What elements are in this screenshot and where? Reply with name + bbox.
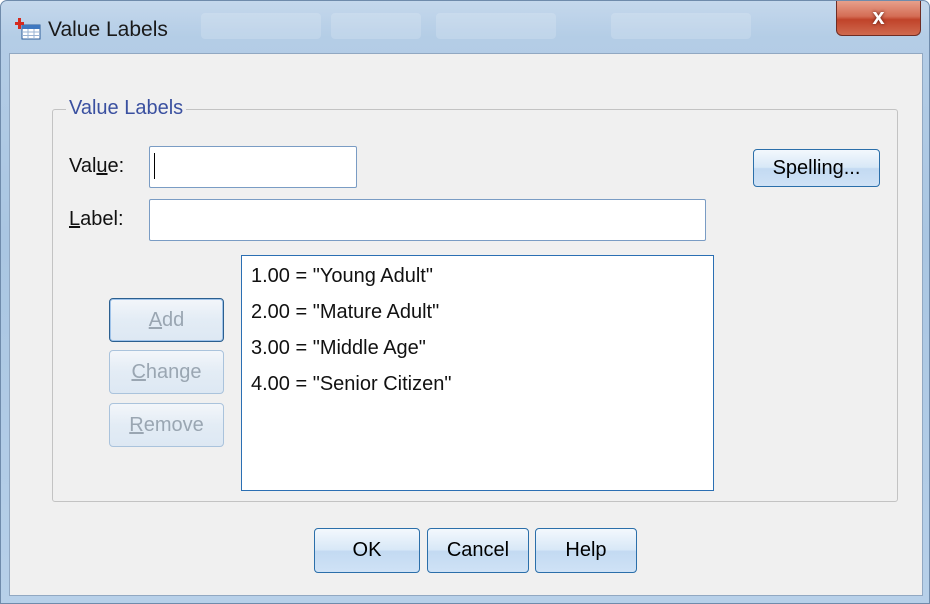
text-cursor xyxy=(154,153,155,179)
title-bar-background xyxy=(436,13,556,39)
close-icon: x xyxy=(872,4,885,29)
window-title: Value Labels xyxy=(48,18,168,41)
group-legend: Value Labels xyxy=(66,97,187,120)
title-bar[interactable]: Value Labels x xyxy=(1,1,929,53)
list-item[interactable]: 3.00 = "Middle Age" xyxy=(251,337,426,360)
spelling-button[interactable]: Spelling... xyxy=(753,149,880,187)
dialog-body: Value Labels Value: Label: Spelling... A… xyxy=(9,53,923,596)
list-item[interactable]: 1.00 = "Young Adult" xyxy=(251,265,433,288)
close-button[interactable]: x xyxy=(836,1,921,36)
remove-button[interactable]: Remove xyxy=(109,403,224,447)
help-button[interactable]: Help xyxy=(535,528,637,573)
cancel-button[interactable]: Cancel xyxy=(427,528,529,573)
list-item[interactable]: 4.00 = "Senior Citizen" xyxy=(251,373,451,396)
title-bar-background xyxy=(201,13,321,39)
value-label-list[interactable]: 1.00 = "Young Adult" 2.00 = "Mature Adul… xyxy=(241,255,714,491)
label-input[interactable] xyxy=(149,199,706,241)
add-button[interactable]: Add xyxy=(109,298,224,342)
value-field-label: Value: xyxy=(69,155,125,177)
title-bar-background xyxy=(331,13,421,39)
list-item[interactable]: 2.00 = "Mature Adult" xyxy=(251,301,439,324)
spss-data-icon xyxy=(15,18,41,40)
title-bar-background xyxy=(611,13,751,39)
label-field-label: Label: xyxy=(69,208,124,230)
value-input[interactable] xyxy=(149,146,357,188)
ok-button[interactable]: OK xyxy=(314,528,420,573)
value-labels-dialog: Value Labels x Value Labels Value: Label… xyxy=(0,0,930,604)
change-button[interactable]: Change xyxy=(109,350,224,394)
